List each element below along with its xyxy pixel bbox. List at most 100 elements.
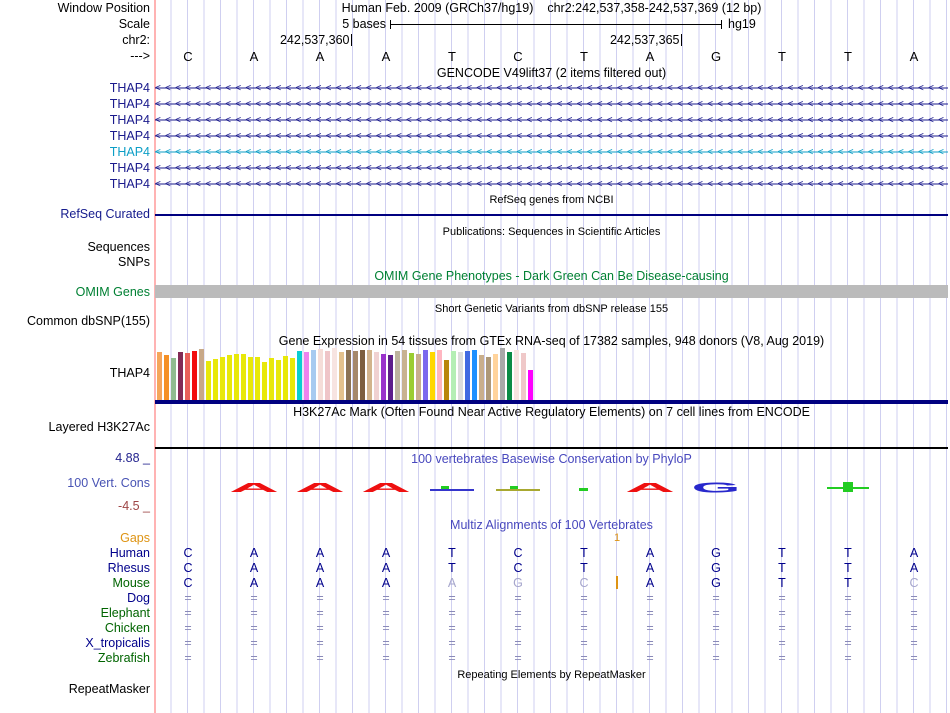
gtex-gene-label[interactable]: THAP4 <box>110 367 150 380</box>
gtex-bar[interactable] <box>353 351 358 400</box>
multiz-base: A <box>249 576 259 590</box>
gtex-bar[interactable] <box>213 359 218 400</box>
multiz-base: T <box>778 546 786 560</box>
gtex-baseline[interactable] <box>155 400 948 404</box>
gtex-bar[interactable] <box>458 352 463 400</box>
gtex-bar[interactable] <box>262 362 267 400</box>
publications-track-title: Publications: Sequences in Scientific Ar… <box>442 226 661 238</box>
gtex-bar[interactable] <box>374 352 379 400</box>
gtex-bar[interactable] <box>157 352 162 400</box>
gene-label[interactable]: THAP4 <box>110 130 150 143</box>
multiz-species-label[interactable]: Mouse <box>112 577 150 590</box>
layered-h3k27ac-label[interactable]: Layered H3K27Ac <box>49 421 150 434</box>
gtex-bar[interactable] <box>409 353 414 400</box>
gtex-bar[interactable] <box>276 360 281 400</box>
gtex-bar[interactable] <box>437 350 442 400</box>
conservation-track-label[interactable]: 100 Vert. Cons <box>67 477 150 490</box>
gtex-bar[interactable] <box>206 361 211 400</box>
gene-strand-arrows[interactable]: <<<<<<<<<<<<<<<<<<<<<<<<<<<<<<<<<<<<<<<<… <box>155 98 948 111</box>
gtex-bar[interactable] <box>255 357 260 400</box>
gtex-bar[interactable] <box>479 355 484 400</box>
gene-label[interactable]: THAP4 <box>110 82 150 95</box>
gtex-bar[interactable] <box>388 355 393 400</box>
multiz-species-label[interactable]: Elephant <box>101 607 150 620</box>
cons-logo-item: A <box>287 480 353 496</box>
gtex-bar[interactable] <box>486 357 491 400</box>
gtex-bar[interactable] <box>164 355 169 400</box>
gtex-bar[interactable] <box>192 351 197 400</box>
gtex-bar[interactable] <box>416 354 421 400</box>
gene-strand-arrows[interactable]: <<<<<<<<<<<<<<<<<<<<<<<<<<<<<<<<<<<<<<<<… <box>155 146 948 159</box>
refseq-track-title: RefSeq genes from NCBI <box>489 194 614 206</box>
gene-strand-arrows[interactable]: <<<<<<<<<<<<<<<<<<<<<<<<<<<<<<<<<<<<<<<<… <box>155 114 948 127</box>
gene-label[interactable]: THAP4 <box>110 98 150 111</box>
h3k27ac-baseline[interactable] <box>155 447 948 449</box>
gtex-bar[interactable] <box>444 360 449 400</box>
gtex-bar[interactable] <box>360 350 365 400</box>
gtex-bar[interactable] <box>500 348 505 400</box>
multiz-species-label[interactable]: X_tropicalis <box>85 637 150 650</box>
gtex-bar[interactable] <box>185 353 190 400</box>
gtex-bar[interactable] <box>493 354 498 400</box>
multiz-species-label[interactable]: Chicken <box>105 622 150 635</box>
gene-strand-arrows[interactable]: <<<<<<<<<<<<<<<<<<<<<<<<<<<<<<<<<<<<<<<<… <box>155 82 948 95</box>
gene-label[interactable]: THAP4 <box>110 178 150 191</box>
gtex-bar[interactable] <box>514 350 519 400</box>
multiz-species-label[interactable]: Dog <box>127 592 150 605</box>
sequences-label[interactable]: Sequences <box>87 241 150 254</box>
gtex-bar[interactable] <box>227 355 232 400</box>
multiz-base: = <box>514 651 522 665</box>
omim-genes-label[interactable]: OMIM Genes <box>76 286 150 299</box>
gtex-bar[interactable] <box>465 351 470 400</box>
window-position-label: Window Position <box>57 1 150 15</box>
gtex-bar[interactable] <box>381 354 386 400</box>
multiz-base: A <box>381 561 391 575</box>
gtex-bar[interactable] <box>297 351 302 400</box>
gtex-bar[interactable] <box>430 352 435 400</box>
gtex-bar[interactable] <box>178 352 183 400</box>
gtex-bar[interactable] <box>346 350 351 400</box>
gene-strand-arrows[interactable]: <<<<<<<<<<<<<<<<<<<<<<<<<<<<<<<<<<<<<<<<… <box>155 178 948 191</box>
snps-label[interactable]: SNPs <box>118 256 150 269</box>
gtex-bar[interactable] <box>367 350 372 400</box>
gtex-bar[interactable] <box>472 350 477 400</box>
gtex-bar[interactable] <box>234 354 239 400</box>
h3k27ac-track-title: H3K27Ac Mark (Often Found Near Active Re… <box>293 405 810 419</box>
gene-label[interactable]: THAP4 <box>110 114 150 127</box>
refseq-curated-line[interactable] <box>155 214 948 216</box>
repeatmasker-label[interactable]: RepeatMasker <box>69 683 150 696</box>
gene-label[interactable]: THAP4 <box>110 162 150 175</box>
gtex-bar[interactable] <box>423 350 428 400</box>
gtex-bar[interactable] <box>395 351 400 400</box>
gtex-bar[interactable] <box>283 356 288 400</box>
gtex-bar[interactable] <box>332 348 337 400</box>
gtex-bar[interactable] <box>521 353 526 400</box>
common-dbsnp-label[interactable]: Common dbSNP(155) <box>27 315 150 328</box>
gene-strand-arrows[interactable]: <<<<<<<<<<<<<<<<<<<<<<<<<<<<<<<<<<<<<<<<… <box>155 162 948 175</box>
gene-label[interactable]: THAP4 <box>110 146 150 159</box>
multiz-species-label[interactable]: Human <box>110 547 150 560</box>
gtex-bar[interactable] <box>290 358 295 400</box>
gtex-bar[interactable] <box>248 357 253 400</box>
gtex-bar[interactable] <box>451 351 456 400</box>
multiz-base: A <box>909 561 919 575</box>
multiz-base: = <box>712 651 720 665</box>
gtex-bar[interactable] <box>507 352 512 400</box>
gtex-bar[interactable] <box>269 358 274 400</box>
gtex-bar[interactable] <box>241 354 246 400</box>
multiz-species-label[interactable]: Zebrafish <box>98 652 150 665</box>
gtex-bar[interactable] <box>199 349 204 400</box>
gtex-bar[interactable] <box>528 370 533 400</box>
gtex-bar[interactable] <box>171 358 176 400</box>
gtex-bar[interactable] <box>339 352 344 400</box>
gtex-bar[interactable] <box>311 350 316 400</box>
multiz-species-label[interactable]: Rhesus <box>108 562 150 575</box>
gtex-bar[interactable] <box>318 349 323 400</box>
gene-strand-arrows[interactable]: <<<<<<<<<<<<<<<<<<<<<<<<<<<<<<<<<<<<<<<<… <box>155 130 948 143</box>
refseq-curated-label[interactable]: RefSeq Curated <box>60 208 150 221</box>
gtex-bar[interactable] <box>304 352 309 400</box>
omim-track-bar[interactable] <box>155 285 948 298</box>
gtex-bar[interactable] <box>402 350 407 400</box>
gtex-bar[interactable] <box>220 357 225 400</box>
gtex-bar[interactable] <box>325 351 330 400</box>
